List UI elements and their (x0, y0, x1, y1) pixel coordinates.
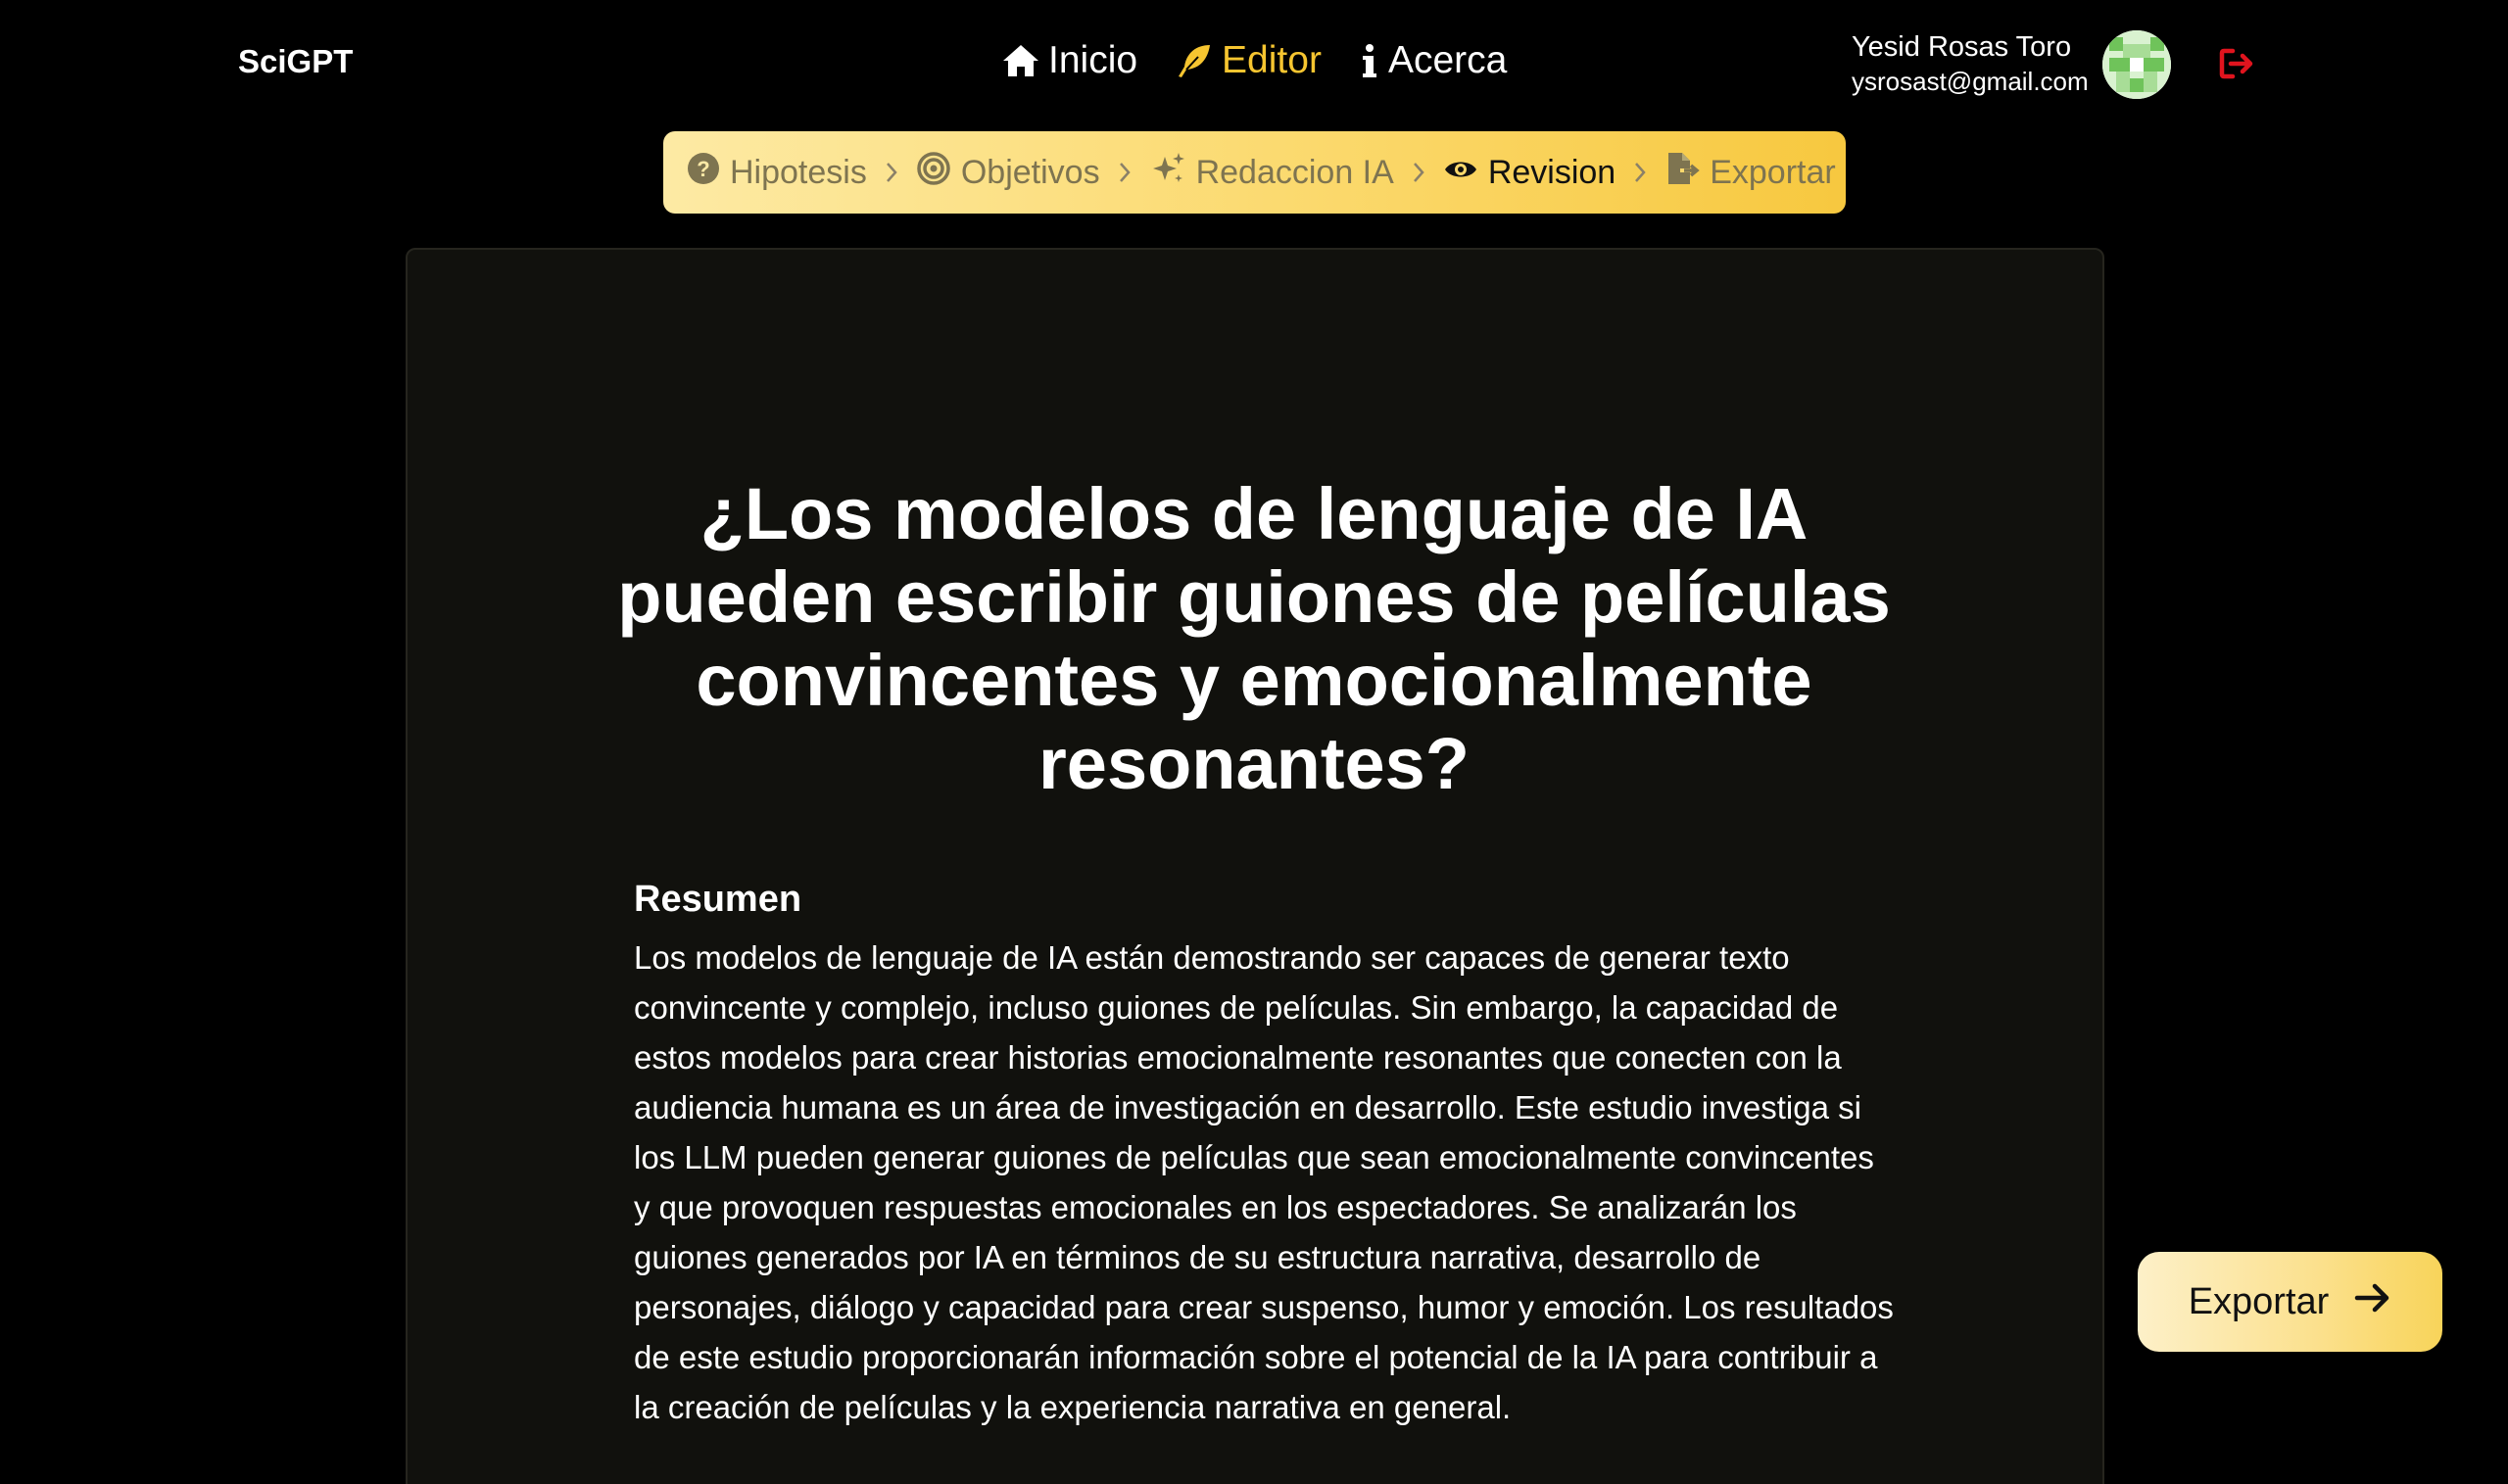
step-revision[interactable]: Revision (1443, 154, 1616, 192)
document-title: ¿Los modelos de lenguaje de IA pueden es… (617, 473, 1891, 804)
avatar[interactable] (2102, 30, 2171, 99)
step-label: Objetivos (960, 153, 1100, 191)
chevron-right-icon (1118, 161, 1132, 184)
logout-icon (2219, 48, 2256, 84)
arrow-right-icon (2354, 1281, 2391, 1323)
step-objetivos[interactable]: Objetivos (916, 151, 1100, 195)
user-email: ysrosast@gmail.com (1852, 67, 2089, 96)
nav-item-editor[interactable]: Editor (1175, 39, 1322, 82)
chevron-right-icon (885, 161, 898, 184)
step-label: Revision (1487, 153, 1616, 191)
main-nav: Inicio Editor Acerca (1001, 35, 1507, 86)
step-exportar[interactable]: Exportar (1664, 151, 1836, 195)
feather-icon (1175, 41, 1214, 80)
abstract-heading: Resumen (634, 879, 802, 920)
target-icon (916, 151, 951, 195)
file-export-icon (1664, 151, 1700, 195)
eye-icon (1443, 154, 1478, 192)
workflow-stepper: ? Hipotesis Objetivos Redaccion IA Revis… (663, 131, 1846, 214)
user-name: Yesid Rosas Toro (1852, 31, 2072, 63)
home-icon (1001, 43, 1040, 78)
step-hipotesis[interactable]: ? Hipotesis (687, 152, 867, 194)
nav-item-label: Inicio (1048, 39, 1138, 81)
step-label: Hipotesis (730, 153, 867, 191)
logout-button[interactable] (2219, 47, 2256, 85)
step-label: Exportar (1710, 153, 1836, 191)
question-circle-icon: ? (687, 152, 720, 194)
nav-item-acerca[interactable]: Acerca (1359, 39, 1507, 82)
svg-text:?: ? (697, 157, 709, 181)
sparkles-icon (1149, 151, 1186, 195)
app-brand[interactable]: SciGPT (238, 43, 353, 80)
export-button[interactable]: Exportar (2138, 1252, 2442, 1352)
user-info: Yesid Rosas Toro ysrosast@gmail.com (1852, 29, 2089, 98)
step-label: Redaccion IA (1195, 153, 1394, 191)
nav-item-label: Editor (1222, 39, 1322, 81)
info-icon (1359, 41, 1380, 80)
abstract-text: Los modelos de lenguaje de IA están demo… (634, 939, 1894, 1425)
chevron-right-icon (1633, 161, 1647, 184)
export-button-label: Exportar (2188, 1280, 2330, 1322)
step-redaccion-ia[interactable]: Redaccion IA (1149, 151, 1394, 195)
nav-item-inicio[interactable]: Inicio (1001, 39, 1137, 82)
nav-item-label: Acerca (1387, 39, 1508, 81)
chevron-right-icon (1412, 161, 1425, 184)
